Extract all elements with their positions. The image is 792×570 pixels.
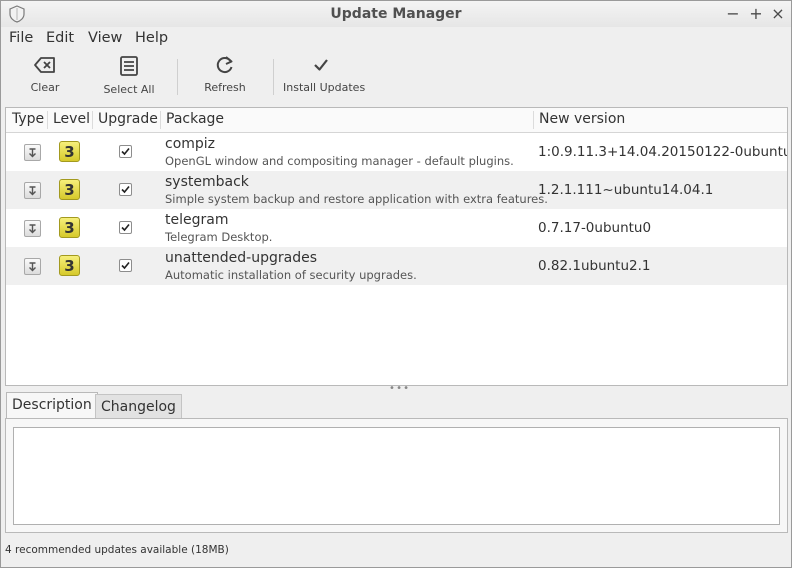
toolbar-separator <box>273 59 274 95</box>
package-type-icon <box>24 144 41 161</box>
table-row[interactable]: 3 telegram Telegram Desktop. 0.7.17-0ubu… <box>6 209 787 247</box>
column-divider <box>92 111 93 129</box>
table-row[interactable]: 3 unattended-upgrades Automatic installa… <box>6 247 787 285</box>
install-updates-label: Install Updates <box>283 81 366 94</box>
list-header: Type Level Upgrade Package New version <box>6 108 787 133</box>
menu-help[interactable]: Help <box>135 30 168 46</box>
window-title: Update Manager <box>330 6 462 22</box>
description-textview[interactable] <box>13 427 780 525</box>
minimize-button[interactable]: − <box>723 4 743 24</box>
tab-description[interactable]: Description <box>6 392 98 418</box>
close-button[interactable]: × <box>768 4 788 24</box>
title-bar[interactable]: Update Manager − + × <box>1 1 791 27</box>
column-package[interactable]: Package <box>166 111 224 127</box>
package-description: Telegram Desktop. <box>165 230 273 244</box>
package-description: OpenGL window and compositing manager - … <box>165 154 514 168</box>
level-badge: 3 <box>59 179 80 200</box>
package-description: Simple system backup and restore applica… <box>165 192 548 206</box>
tab-panel <box>5 418 788 533</box>
upgrade-checkbox[interactable] <box>119 183 132 196</box>
column-new-version[interactable]: New version <box>539 111 625 127</box>
clear-icon <box>34 57 55 73</box>
menu-edit[interactable]: Edit <box>46 30 74 46</box>
refresh-button[interactable]: Refresh <box>201 55 249 99</box>
maximize-button[interactable]: + <box>746 4 766 24</box>
level-badge: 3 <box>59 217 80 238</box>
package-version: 1.2.1.111~ubuntu14.04.1 <box>538 182 714 198</box>
status-text: 4 recommended updates available (18MB) <box>5 544 229 556</box>
package-name: systemback <box>165 174 249 190</box>
package-type-icon <box>24 258 41 275</box>
checkmark-icon <box>121 185 130 194</box>
package-version: 1:0.9.11.3+14.04.20150122-0ubuntu1 <box>538 144 788 160</box>
upgrade-checkbox[interactable] <box>119 221 132 234</box>
tab-changelog[interactable]: Changelog <box>95 394 182 418</box>
package-name: unattended-upgrades <box>165 250 318 266</box>
upgrade-checkbox[interactable] <box>119 259 132 272</box>
refresh-icon <box>216 56 233 74</box>
package-version: 0.7.17-0ubuntu0 <box>538 220 652 236</box>
table-row[interactable]: 3 systemback Simple system backup and re… <box>6 171 787 209</box>
package-list[interactable]: Type Level Upgrade Package New version 3… <box>5 107 788 386</box>
menu-file[interactable]: File <box>9 30 33 46</box>
package-type-icon <box>24 182 41 199</box>
menu-view[interactable]: View <box>88 30 122 46</box>
toolbar-separator <box>177 59 178 95</box>
package-version: 0.82.1ubuntu2.1 <box>538 258 651 274</box>
column-divider <box>533 111 534 129</box>
upgrade-checkbox[interactable] <box>119 145 132 158</box>
checkmark-icon <box>121 223 130 232</box>
refresh-label: Refresh <box>204 81 246 94</box>
pane-resize-handle[interactable]: • • • <box>389 383 409 394</box>
menu-bar: File Edit View Help <box>1 27 791 51</box>
package-name: telegram <box>165 212 229 228</box>
column-upgrade[interactable]: Upgrade <box>98 111 158 127</box>
checkmark-icon <box>121 147 130 156</box>
column-type[interactable]: Type <box>12 111 44 127</box>
select-all-button[interactable]: Select All <box>101 55 157 99</box>
column-divider <box>47 111 48 129</box>
clear-label: Clear <box>30 81 60 94</box>
level-badge: 3 <box>59 141 80 162</box>
package-description: Automatic installation of security upgra… <box>165 268 417 282</box>
checkmark-icon <box>121 261 130 270</box>
package-type-icon <box>24 220 41 237</box>
select-all-label: Select All <box>103 83 155 96</box>
package-name: compiz <box>165 136 216 152</box>
column-level[interactable]: Level <box>53 111 90 127</box>
install-updates-button[interactable]: Install Updates <box>283 55 366 99</box>
column-divider <box>160 111 161 129</box>
level-badge: 3 <box>59 255 80 276</box>
select-all-icon <box>120 56 138 76</box>
table-row[interactable]: 3 compiz OpenGL window and compositing m… <box>6 133 787 171</box>
update-manager-window: Update Manager − + × File Edit View Help… <box>0 0 792 568</box>
toolbar: Clear Select All Refresh Install Updates <box>1 51 791 101</box>
clear-button[interactable]: Clear <box>23 55 67 99</box>
checkmark-icon <box>314 59 328 71</box>
